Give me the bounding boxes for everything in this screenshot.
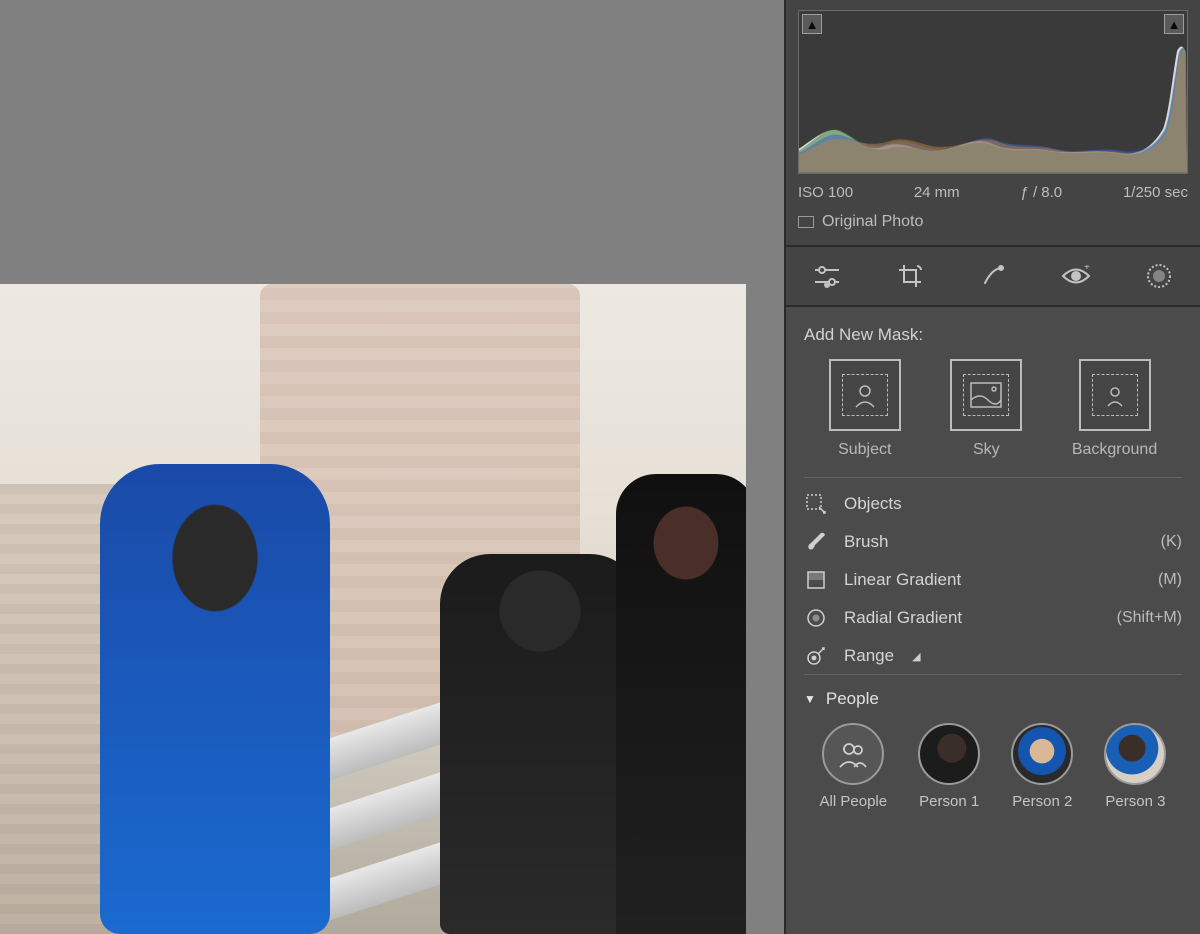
mask-brush-button[interactable]: Brush (K) xyxy=(804,530,1182,554)
people-header-label: People xyxy=(826,689,879,709)
histogram-curve xyxy=(799,43,1187,173)
separator xyxy=(804,477,1182,478)
add-new-mask-header: Add New Mask: xyxy=(804,325,1182,345)
brush-icon xyxy=(804,530,828,554)
background-icon xyxy=(1092,374,1138,416)
checkbox-icon xyxy=(798,216,814,228)
redeye-tool-button[interactable]: + xyxy=(1060,260,1092,292)
develop-side-panel: ISO 100 24 mm ƒ / 8.0 1/250 sec Original… xyxy=(784,0,1200,934)
range-icon xyxy=(804,644,828,668)
mask-background-button[interactable]: Background xyxy=(1072,359,1157,459)
mask-tile-row: Subject Sky Background xyxy=(804,359,1182,459)
person-label: Person 1 xyxy=(919,793,979,810)
photo-bg-shape xyxy=(616,474,746,934)
mask-item-label: Radial Gradient xyxy=(844,608,962,628)
masking-icon xyxy=(1146,263,1172,289)
sky-icon xyxy=(963,374,1009,416)
all-people-button[interactable]: All People xyxy=(820,723,888,810)
mask-item-shortcut: (K) xyxy=(1161,533,1182,551)
exif-iso: ISO 100 xyxy=(798,184,853,201)
shadow-clipping-toggle[interactable] xyxy=(802,14,822,34)
subject-icon xyxy=(842,374,888,416)
mask-subject-button[interactable]: Subject xyxy=(829,359,901,459)
histogram[interactable] xyxy=(798,10,1188,174)
person-3-button[interactable]: Person 3 xyxy=(1104,723,1166,810)
mask-tile-label: Background xyxy=(1072,441,1157,459)
photo-preview[interactable] xyxy=(0,284,746,934)
edit-tool-button[interactable] xyxy=(811,260,843,292)
person-1-button[interactable]: Person 1 xyxy=(918,723,980,810)
photo-bg-shape xyxy=(100,464,330,934)
mask-linear-gradient-button[interactable]: Linear Gradient (M) xyxy=(804,568,1182,592)
exif-focal: 24 mm xyxy=(914,184,960,201)
exif-shutter: 1/250 sec xyxy=(1123,184,1188,201)
mask-radial-gradient-button[interactable]: Radial Gradient (Shift+M) xyxy=(804,606,1182,630)
mask-objects-button[interactable]: Objects xyxy=(804,492,1182,516)
submenu-indicator-icon: ◢ xyxy=(912,650,920,663)
mask-item-label: Brush xyxy=(844,532,888,552)
healing-tool-button[interactable] xyxy=(977,260,1009,292)
mask-tile-label: Sky xyxy=(973,441,1000,459)
radial-gradient-icon xyxy=(804,606,828,630)
masking-tool-button[interactable] xyxy=(1143,260,1175,292)
separator xyxy=(804,674,1182,675)
people-section: ▼ People All People Person 1 Person 2 xyxy=(804,689,1182,810)
exif-aperture: ƒ / 8.0 xyxy=(1020,184,1062,201)
mask-item-label: Range xyxy=(844,646,894,666)
person-label: Person 2 xyxy=(1012,793,1072,810)
mask-sky-button[interactable]: Sky xyxy=(950,359,1022,459)
all-people-icon xyxy=(822,723,884,785)
objects-icon xyxy=(804,492,828,516)
crop-icon xyxy=(897,263,923,289)
person-avatar xyxy=(1011,723,1073,785)
crop-tool-button[interactable] xyxy=(894,260,926,292)
mask-item-label: Linear Gradient xyxy=(844,570,961,590)
healing-brush-icon xyxy=(980,263,1006,289)
mask-range-button[interactable]: Range ◢ xyxy=(804,644,1182,668)
toolstrip: + xyxy=(786,247,1200,307)
person-avatar xyxy=(918,723,980,785)
person-label: Person 3 xyxy=(1105,793,1165,810)
people-section-toggle[interactable]: ▼ People xyxy=(804,689,1182,709)
exif-row: ISO 100 24 mm ƒ / 8.0 1/250 sec xyxy=(798,184,1188,201)
histogram-panel: ISO 100 24 mm ƒ / 8.0 1/250 sec Original… xyxy=(786,0,1200,247)
original-photo-label: Original Photo xyxy=(822,213,923,231)
mask-item-shortcut: (M) xyxy=(1158,571,1182,589)
mask-panel: Add New Mask: Subject Sky xyxy=(786,307,1200,934)
person-avatar xyxy=(1104,723,1166,785)
original-photo-toggle[interactable]: Original Photo xyxy=(798,213,1188,231)
photo-bg-shape xyxy=(440,554,640,934)
redeye-icon: + xyxy=(1061,265,1091,287)
disclosure-triangle-icon: ▼ xyxy=(804,692,816,706)
people-row: All People Person 1 Person 2 Person 3 xyxy=(804,723,1182,810)
person-label: All People xyxy=(820,793,888,810)
mask-item-label: Objects xyxy=(844,494,902,514)
mask-tile-label: Subject xyxy=(838,441,891,459)
linear-gradient-icon xyxy=(804,568,828,592)
mask-tool-list: Objects Brush (K) Linear Gradient (M) xyxy=(804,492,1182,668)
svg-text:+: + xyxy=(1084,265,1090,273)
person-2-button[interactable]: Person 2 xyxy=(1011,723,1073,810)
canvas-area xyxy=(0,0,784,934)
mask-item-shortcut: (Shift+M) xyxy=(1117,609,1182,627)
highlight-clipping-toggle[interactable] xyxy=(1164,14,1184,34)
